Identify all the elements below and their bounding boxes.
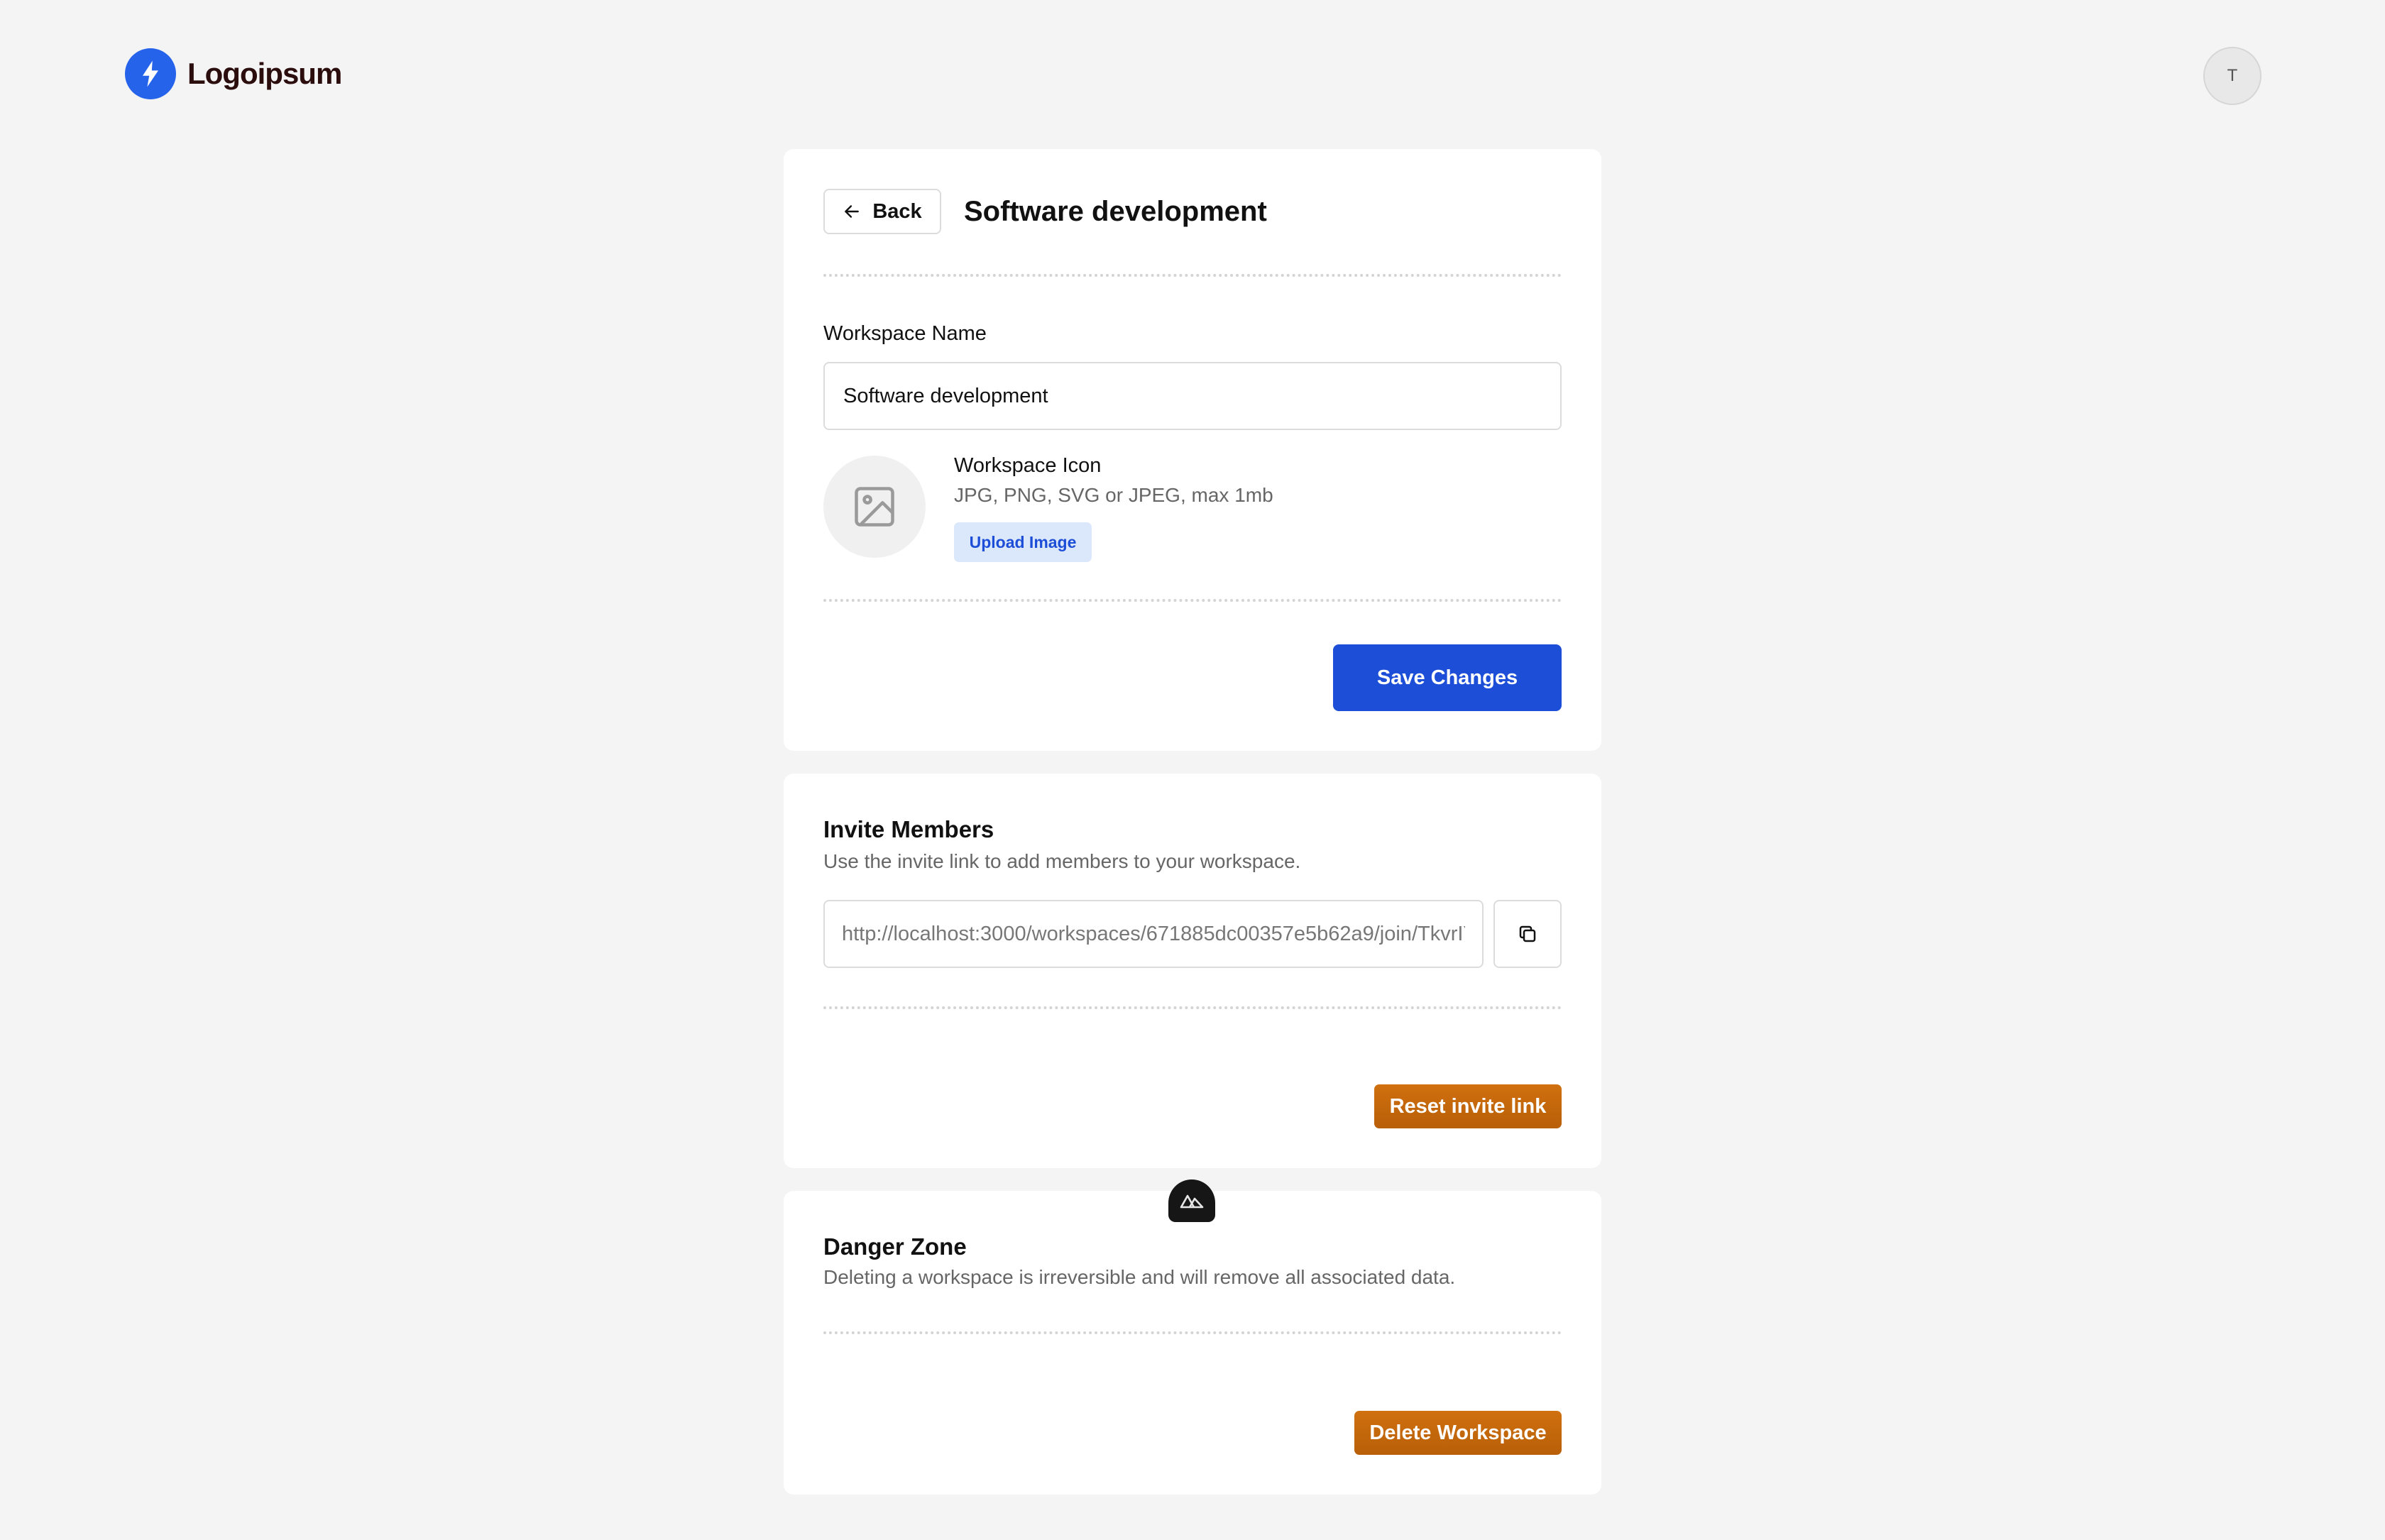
back-button[interactable]: Back <box>823 189 941 234</box>
arrow-left-icon <box>845 205 860 218</box>
divider <box>823 1006 1562 1009</box>
copy-link-button[interactable] <box>1493 900 1562 968</box>
workspace-name-input[interactable] <box>823 362 1562 430</box>
invite-link-input[interactable] <box>823 900 1484 968</box>
copy-icon <box>1519 925 1536 942</box>
danger-description: Deleting a workspace is irreversible and… <box>823 1266 1456 1288</box>
workspace-name-label: Workspace Name <box>823 322 987 345</box>
top-bar: Logoipsum T <box>0 0 2385 142</box>
divider <box>823 599 1562 602</box>
divider <box>823 1331 1562 1334</box>
danger-zone-card: Danger Zone Deleting a workspace is irre… <box>784 1191 1601 1495</box>
image-placeholder-icon <box>855 487 894 527</box>
brand-logo[interactable]: Logoipsum <box>125 48 342 99</box>
danger-title: Danger Zone <box>823 1233 967 1260</box>
back-label: Back <box>872 199 922 223</box>
invite-description: Use the invite link to add members to yo… <box>823 850 1301 872</box>
workspace-icon-hint: JPG, PNG, SVG or JPEG, max 1mb <box>954 484 1273 506</box>
nuxt-devtools-icon[interactable] <box>1168 1179 1215 1222</box>
lightning-bolt-icon <box>125 48 176 99</box>
user-avatar[interactable]: T <box>2203 47 2261 105</box>
delete-workspace-button[interactable]: Delete Workspace <box>1354 1411 1562 1455</box>
invite-title: Invite Members <box>823 816 994 842</box>
page-title: Software development <box>964 196 1267 227</box>
workspace-settings-card: Back Software development Workspace Name… <box>784 149 1601 751</box>
workspace-icon-title: Workspace Icon <box>954 454 1102 477</box>
divider <box>823 274 1562 277</box>
reset-invite-link-button[interactable]: Reset invite link <box>1374 1084 1562 1128</box>
invite-members-card: Invite Members Use the invite link to ad… <box>784 774 1601 1168</box>
workspace-icon-preview[interactable] <box>823 456 926 558</box>
brand-name: Logoipsum <box>187 57 342 90</box>
save-changes-button[interactable]: Save Changes <box>1333 644 1562 711</box>
upload-image-button[interactable]: Upload Image <box>954 522 1092 562</box>
